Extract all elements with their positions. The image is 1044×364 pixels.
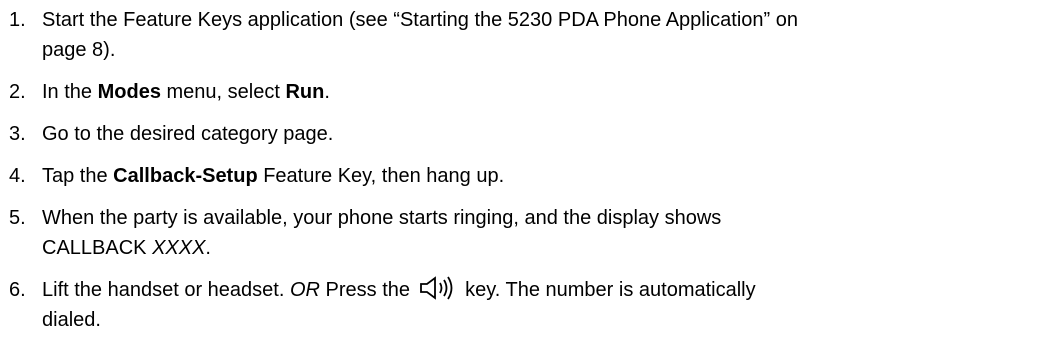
step-text: Start the Feature Keys application (see … bbox=[42, 5, 1037, 65]
step-text-segment: Tap the bbox=[42, 165, 114, 187]
step-text: Tap the Callback-Setup Feature Key, then… bbox=[42, 161, 1037, 191]
step-text: Go to the desired category page. bbox=[42, 123, 334, 145]
step-line: Start the Feature Keys application (see … bbox=[42, 9, 799, 31]
step-text-segment: . bbox=[205, 237, 211, 259]
callback-placeholder: XXXX bbox=[152, 237, 206, 259]
menu-name: Modes bbox=[97, 81, 161, 103]
step-line: When the party is available, your phone … bbox=[42, 207, 722, 229]
step-number: 5. bbox=[9, 207, 26, 229]
step-text-segment: key. The number is automatically bbox=[459, 279, 756, 301]
step-text: When the party is available, your phone … bbox=[42, 203, 1037, 263]
step-number: 2. bbox=[9, 81, 26, 103]
step-text: Lift the handset or headset. OR Press th… bbox=[42, 275, 1037, 335]
step-text-segment: . bbox=[324, 81, 330, 103]
step-text-segment: Lift the handset or headset. bbox=[42, 279, 290, 301]
step-line: dialed. bbox=[42, 309, 101, 331]
step-text-segment: Press the bbox=[319, 279, 416, 301]
step-text: In the Modes menu, select Run. bbox=[42, 77, 1037, 107]
step-text-segment: In the bbox=[42, 81, 98, 103]
step-text-segment: menu, select bbox=[160, 81, 286, 103]
speaker-icon bbox=[418, 276, 458, 300]
step-text-segment: Feature Key, then hang up. bbox=[257, 165, 505, 187]
step-text-segment: CALLBACK bbox=[42, 237, 153, 259]
step-line: page 8). bbox=[42, 39, 116, 61]
menu-item-name: Run bbox=[285, 81, 325, 103]
step-number: 6. bbox=[9, 279, 26, 301]
step-number: 1. bbox=[9, 9, 26, 31]
step-line: Lift the handset or headset. OR Press th… bbox=[42, 275, 1037, 305]
step-number: 3. bbox=[9, 123, 26, 145]
feature-key-name: Callback-Setup bbox=[113, 165, 258, 187]
step-number: 4. bbox=[9, 165, 26, 187]
step-line: CALLBACK XXXX. bbox=[42, 233, 1037, 263]
or-emphasis: OR bbox=[289, 279, 320, 301]
